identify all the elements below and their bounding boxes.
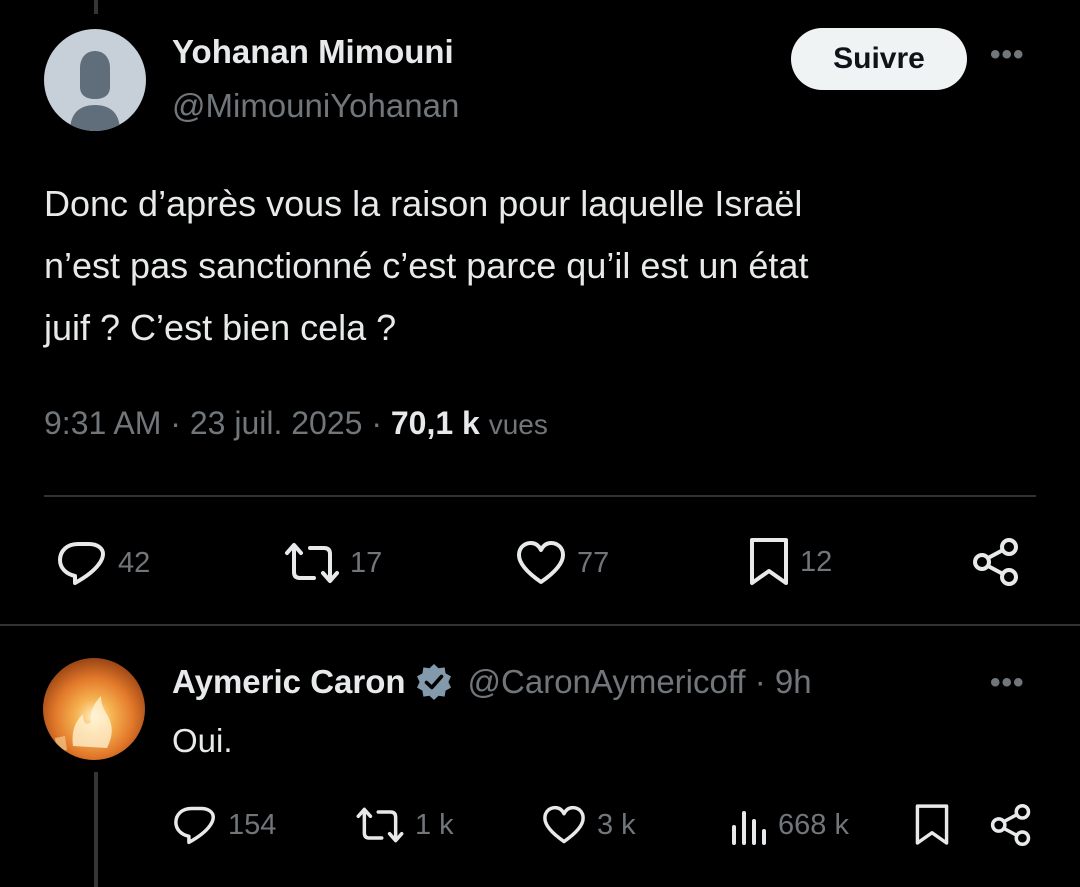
- reply-time[interactable]: 9h: [775, 663, 812, 701]
- like-button[interactable]: 77: [515, 540, 609, 586]
- divider: [44, 495, 1036, 497]
- repost-count: 17: [350, 546, 383, 579]
- author-name[interactable]: Yohanan Mimouni: [172, 33, 454, 71]
- tweet-text-line: n’est pas sanctionné c’est parce qu’il e…: [44, 245, 809, 286]
- follow-button[interactable]: Suivre: [791, 28, 967, 90]
- reply-button[interactable]: 154: [172, 805, 276, 845]
- more-icon[interactable]: •••: [990, 40, 1025, 70]
- thread-line-bottom: [94, 772, 98, 887]
- bookmark-count: 12: [800, 545, 833, 578]
- reply-author-avatar[interactable]: [43, 658, 145, 760]
- meta-separator: ·: [371, 405, 391, 441]
- repost-button[interactable]: 17: [284, 540, 382, 586]
- reply-count: 154: [228, 808, 277, 841]
- tweet-text-line: juif ? C’est bien cela ?: [44, 307, 397, 348]
- repost-icon: [356, 807, 404, 843]
- like-count: 3 k: [597, 808, 636, 841]
- share-button[interactable]: [990, 803, 1032, 847]
- tweet-meta: 9:31 AM · 23 juil. 2025 · 70,1 k vues: [44, 405, 548, 442]
- author-avatar[interactable]: [44, 29, 146, 131]
- tweet-text-line: Donc d’après vous la raison pour laquell…: [44, 183, 803, 224]
- author-handle[interactable]: @MimouniYohanan: [172, 87, 459, 125]
- like-button[interactable]: 3 k: [541, 805, 636, 845]
- meta-separator: ·: [745, 663, 775, 700]
- verified-badge-icon[interactable]: [414, 662, 454, 702]
- bookmark-button[interactable]: [914, 803, 950, 847]
- like-icon: [517, 541, 565, 584]
- more-icon[interactable]: •••: [990, 668, 1025, 698]
- like-count: 77: [577, 546, 610, 579]
- share-icon: [990, 804, 1031, 846]
- tweet-text: Donc d’après vous la raison pour laquell…: [44, 173, 1044, 359]
- views-label: vues: [488, 409, 548, 440]
- divider: [0, 624, 1080, 626]
- fire-photo-avatar: [43, 658, 145, 760]
- reply-button[interactable]: 42: [56, 540, 150, 586]
- views-icon: [732, 811, 766, 845]
- like-icon: [543, 805, 585, 844]
- default-avatar-icon: [44, 29, 146, 131]
- bookmark-icon: [750, 538, 788, 585]
- views-count: 668 k: [778, 808, 849, 841]
- share-icon: [973, 538, 1018, 586]
- repost-icon: [285, 543, 339, 583]
- tweet-date[interactable]: 23 juil. 2025: [190, 405, 363, 441]
- views-count: 70,1 k: [390, 405, 480, 441]
- tweet-time[interactable]: 9:31 AM: [44, 405, 161, 441]
- reply-text: Oui.: [172, 722, 233, 759]
- thread-line-top: [94, 0, 98, 14]
- reply-icon: [58, 542, 105, 585]
- repost-count: 1 k: [415, 808, 454, 841]
- views-button[interactable]: 668 k: [730, 805, 849, 845]
- reply-count: 42: [118, 546, 151, 579]
- share-button[interactable]: [972, 537, 1020, 587]
- reply-author-handle[interactable]: @CaronAymericoff: [468, 663, 746, 701]
- meta-separator: ·: [170, 405, 190, 441]
- bookmark-icon: [915, 804, 949, 845]
- bookmark-button[interactable]: 12: [748, 537, 832, 587]
- repost-button[interactable]: 1 k: [355, 805, 454, 845]
- reply-header: Aymeric Caron @CaronAymericoff · 9h: [172, 662, 812, 702]
- reply-author-name[interactable]: Aymeric Caron: [172, 663, 406, 701]
- reply-icon: [174, 806, 215, 845]
